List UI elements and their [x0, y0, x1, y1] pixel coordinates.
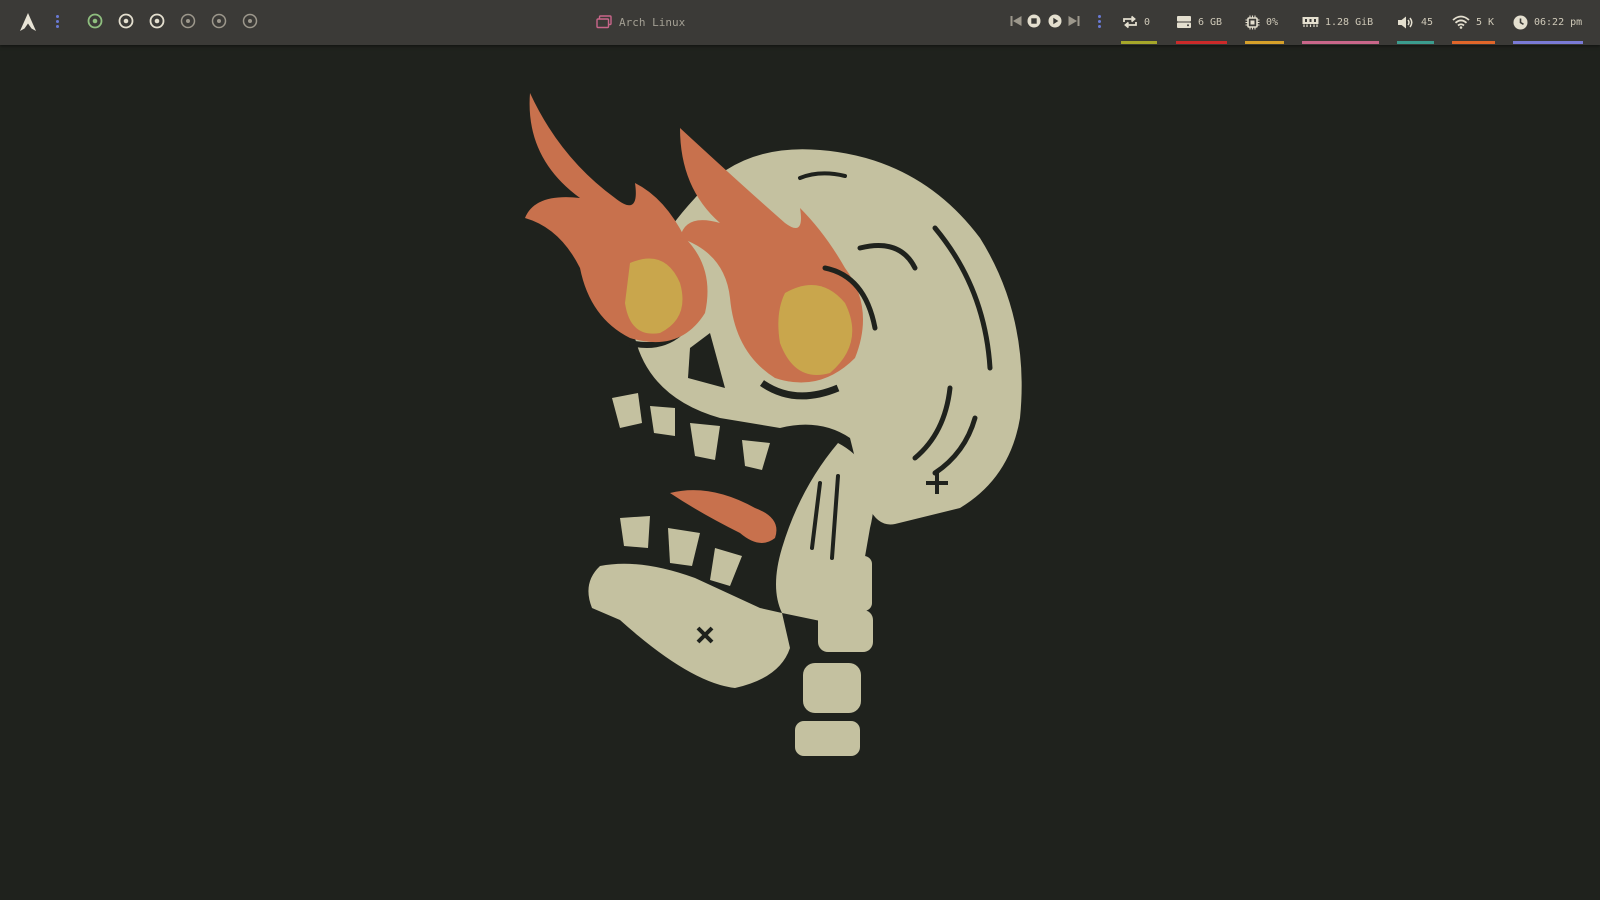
- disk-usage: 6 GB: [1198, 16, 1223, 28]
- network-speed: 5 K: [1476, 16, 1495, 28]
- workspace-2-indicator[interactable]: [118, 13, 134, 29]
- memory-usage: 1.28 GiB: [1325, 16, 1374, 28]
- disk-module[interactable]: 6 GB: [1176, 12, 1222, 32]
- speaker-icon: [1398, 16, 1413, 28]
- updates-count: 0: [1144, 16, 1151, 28]
- window-title-text: Arch Linux: [619, 15, 686, 29]
- window-icon: [596, 15, 612, 29]
- volume-underline: [1397, 41, 1434, 44]
- clock-underline: [1513, 41, 1583, 44]
- memory-underline: [1302, 41, 1379, 44]
- top-bar: Arch Linux 0 6 GB 0% 1.28 GiB 45 5 K 06:…: [0, 0, 1600, 45]
- workspace-5-indicator[interactable]: [211, 13, 227, 29]
- updates-underline: [1121, 41, 1157, 44]
- cpu-module[interactable]: 0%: [1245, 12, 1278, 32]
- network-module[interactable]: 5 K: [1452, 12, 1494, 32]
- clock-time: 06:22 pm: [1534, 16, 1583, 28]
- workspace-4-indicator[interactable]: [180, 13, 196, 29]
- cpu-underline: [1245, 41, 1284, 44]
- network-underline: [1452, 41, 1495, 44]
- refresh-icon: [1123, 15, 1137, 29]
- ram-icon: [1302, 17, 1319, 27]
- menu-dots-icon[interactable]: [56, 15, 59, 29]
- volume-module[interactable]: 45: [1397, 12, 1433, 32]
- next-track-icon[interactable]: [1067, 14, 1081, 28]
- workspace-6-indicator[interactable]: [242, 13, 258, 29]
- wifi-icon: [1452, 15, 1470, 29]
- updates-module[interactable]: 0: [1122, 12, 1150, 32]
- disk-underline: [1176, 41, 1227, 44]
- clock-module[interactable]: 06:22 pm: [1513, 12, 1582, 32]
- menu-dots-icon[interactable]: [1098, 15, 1101, 29]
- memory-module[interactable]: 1.28 GiB: [1302, 12, 1373, 32]
- workspace-3-indicator[interactable]: [149, 13, 165, 29]
- play-icon[interactable]: [1048, 14, 1062, 28]
- arch-logo-icon[interactable]: [19, 12, 37, 32]
- cpu-icon: [1245, 15, 1260, 29]
- skull-wallpaper-image: [525, 93, 1022, 756]
- hard-drive-icon: [1177, 16, 1191, 28]
- window-title: Arch Linux: [596, 13, 685, 31]
- stop-icon[interactable]: [1027, 14, 1041, 28]
- volume-level: 45: [1421, 16, 1434, 28]
- clock-icon: [1513, 15, 1528, 29]
- workspace-1-indicator[interactable]: [87, 13, 103, 29]
- previous-track-icon[interactable]: [1009, 14, 1023, 28]
- cpu-usage: 0%: [1266, 16, 1279, 28]
